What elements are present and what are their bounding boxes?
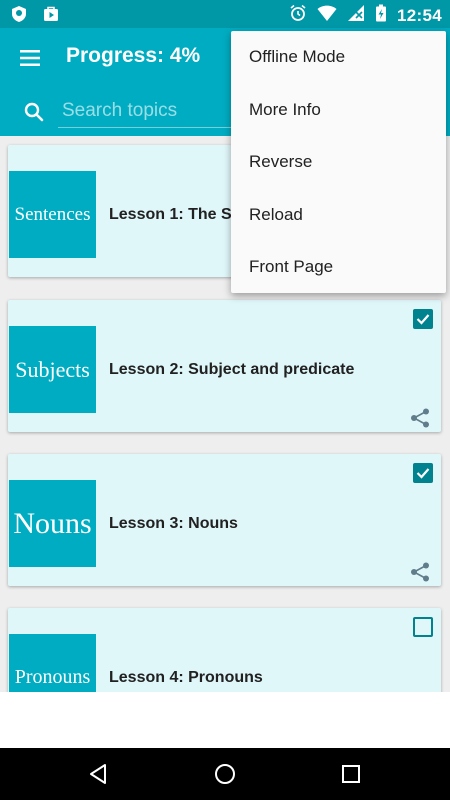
lesson-card-2[interactable]: Subjects Lesson 2: Subject and predicate <box>8 300 441 432</box>
completed-checkbox[interactable] <box>413 309 433 329</box>
overflow-menu: Offline Mode More Info Reverse Reload Fr… <box>231 31 446 293</box>
menu-item-front-page[interactable]: Front Page <box>231 241 446 294</box>
page-title: Progress: 4% <box>66 44 201 67</box>
recents-square-icon[interactable] <box>339 762 363 786</box>
completed-checkbox[interactable] <box>413 463 433 483</box>
lesson-title: Lesson 4: Pronouns <box>109 669 263 686</box>
lesson-thumbnail: Nouns <box>9 480 96 567</box>
menu-item-reverse[interactable]: Reverse <box>231 136 446 189</box>
lesson-thumbnail: Sentences <box>9 171 96 258</box>
alarm-icon <box>289 4 307 27</box>
lesson-title: Lesson 3: Nouns <box>109 515 238 532</box>
back-triangle-icon[interactable] <box>87 762 111 786</box>
wifi-icon <box>317 4 337 27</box>
cellular-no-data-icon <box>347 4 365 27</box>
menu-item-more-info[interactable]: More Info <box>231 84 446 137</box>
share-icon[interactable] <box>409 407 431 429</box>
completed-checkbox[interactable] <box>413 617 433 637</box>
play-store-icon <box>42 5 60 28</box>
lesson-thumbnail: Pronouns <box>9 634 96 692</box>
lesson-title: Lesson 1: The S <box>109 206 232 223</box>
shield-icon <box>10 5 28 28</box>
lesson-card-4[interactable]: Pronouns Lesson 4: Pronouns <box>8 608 441 692</box>
lesson-thumbnail: Subjects <box>9 326 96 413</box>
menu-item-reload[interactable]: Reload <box>231 189 446 242</box>
hamburger-menu-icon[interactable] <box>18 46 42 70</box>
lesson-title: Lesson 2: Subject and predicate <box>109 361 355 378</box>
lesson-card-3[interactable]: Nouns Lesson 3: Nouns <box>8 454 441 586</box>
share-icon[interactable] <box>409 561 431 583</box>
status-bar: 12:54 <box>0 0 450 28</box>
home-circle-icon[interactable] <box>213 762 237 786</box>
menu-item-offline-mode[interactable]: Offline Mode <box>231 31 446 84</box>
navigation-bar <box>0 748 450 800</box>
status-time: 12:54 <box>397 5 442 25</box>
search-icon <box>22 100 46 124</box>
battery-charging-icon <box>375 4 387 27</box>
